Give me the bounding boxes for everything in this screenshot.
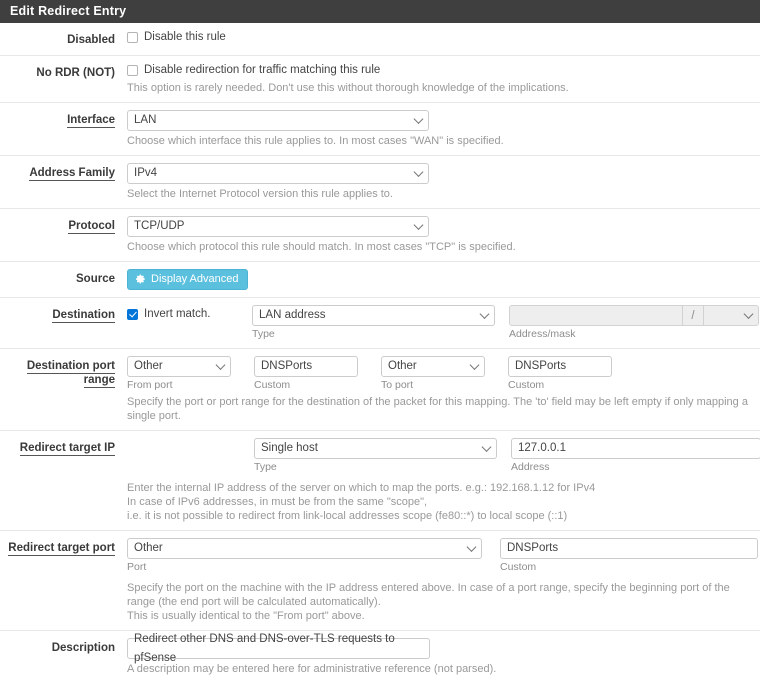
label-protocol: Protocol <box>68 220 115 234</box>
redirect-target-port-select-value: Other <box>134 542 163 554</box>
to-port-select-value: Other <box>388 360 417 372</box>
redirect-target-ip-help-line3: i.e. it is not possible to redirect from… <box>127 510 568 522</box>
label-redirect-target-port: Redirect target port <box>8 542 115 556</box>
label-redirect-target-ip: Redirect target IP <box>19 442 115 456</box>
no-rdr-checkbox-group[interactable]: Disable redirection for traffic matching… <box>127 63 754 78</box>
destination-type-select-value: LAN address <box>259 309 326 321</box>
to-port-custom-value: DNSPorts <box>515 360 567 372</box>
protocol-help-text: Choose which protocol this rule should m… <box>127 241 516 253</box>
form-row-protocol: Protocol TCP/UDP Choose which protocol t… <box>0 209 760 262</box>
form-row-redirect-target-port: Redirect target port Other Port DNSPorts… <box>0 531 760 631</box>
label-destination: Destination <box>52 309 115 323</box>
label-interface: Interface <box>67 114 115 128</box>
chevron-down-icon <box>469 359 480 370</box>
address-family-help-text: Select the Internet Protocol version thi… <box>127 188 393 200</box>
destination-address-input[interactable] <box>509 305 683 326</box>
redirect-target-ip-address-input[interactable]: 127.0.0.1 <box>511 438 760 459</box>
from-port-custom-hint: Custom <box>254 379 291 391</box>
redirect-target-ip-type-select[interactable]: Single host <box>254 438 497 459</box>
chevron-down-icon <box>743 308 754 319</box>
redirect-target-ip-help-line2: In case of IPv6 addresses, in must be fr… <box>127 496 428 508</box>
chevron-down-icon <box>481 441 492 452</box>
redirect-target-ip-address-hint: Address <box>511 461 550 473</box>
redirect-target-ip-help-line1: Enter the internal IP address of the ser… <box>127 482 596 494</box>
destination-mask-select[interactable] <box>703 305 759 326</box>
from-port-hint: From port <box>127 379 173 391</box>
address-family-select-value: IPv4 <box>134 167 158 179</box>
destination-address-hint: Address/mask <box>509 328 576 340</box>
redirect-target-ip-type-value: Single host <box>261 442 318 454</box>
description-help-text: A description may be entered here for ad… <box>127 663 497 675</box>
interface-help-text: Choose which interface this rule applies… <box>127 135 504 147</box>
form-row-disabled: Disabled Disable this rule <box>0 23 760 56</box>
to-port-select[interactable]: Other <box>381 356 485 377</box>
destination-port-range-help-text: Specify the port or port range for the d… <box>127 396 748 422</box>
interface-select-value: LAN <box>134 114 157 126</box>
redirect-target-port-hint: Port <box>127 561 147 573</box>
chevron-down-icon <box>479 308 490 319</box>
edit-redirect-entry-panel: Edit Redirect Entry Disabled Disable thi… <box>0 0 760 683</box>
no-rdr-help-text: This option is rarely needed. Don't use … <box>127 82 569 94</box>
chevron-down-icon <box>413 113 424 124</box>
label-no-rdr: No RDR (NOT) <box>36 67 115 79</box>
panel-title: Edit Redirect Entry <box>0 0 760 23</box>
form-row-source: Source Display Advanced <box>0 262 760 298</box>
no-rdr-checkbox[interactable] <box>127 65 138 76</box>
redirect-target-ip-type-hint: Type <box>254 461 277 473</box>
gear-icon <box>136 274 145 284</box>
invert-match-checkbox-group[interactable]: Invert match. <box>127 305 252 322</box>
form-row-destination: Destination Invert match. LAN address Ty… <box>0 298 760 349</box>
protocol-select[interactable]: TCP/UDP <box>127 216 429 237</box>
disable-rule-checkbox-group[interactable]: Disable this rule <box>127 30 754 45</box>
to-port-hint: To port <box>381 379 414 391</box>
chevron-down-icon <box>215 359 226 370</box>
redirect-target-ip-address-value: 127.0.0.1 <box>518 442 566 454</box>
address-family-select[interactable]: IPv4 <box>127 163 429 184</box>
destination-address-group: / <box>509 305 759 326</box>
form-row-address-family: Address Family IPv4 Select the Internet … <box>0 156 760 209</box>
no-rdr-checkbox-label: Disable redirection for traffic matching… <box>144 64 381 76</box>
chevron-down-icon <box>466 541 477 552</box>
invert-match-checkbox-label: Invert match. <box>144 308 211 320</box>
form-row-interface: Interface LAN Choose which interface thi… <box>0 103 760 156</box>
form-row-no-rdr: No RDR (NOT) Disable redirection for tra… <box>0 56 760 103</box>
from-port-custom-value: DNSPorts <box>261 360 313 372</box>
label-address-family: Address Family <box>29 167 115 181</box>
from-port-select-value: Other <box>134 360 163 372</box>
interface-select[interactable]: LAN <box>127 110 429 131</box>
redirect-target-port-custom-hint: Custom <box>500 561 537 573</box>
display-advanced-button-label: Display Advanced <box>151 273 239 285</box>
redirect-target-port-custom-value: DNSPorts <box>507 542 559 554</box>
to-port-custom-hint: Custom <box>508 379 545 391</box>
label-source: Source <box>76 273 115 285</box>
description-input[interactable]: Redirect other DNS and DNS-over-TLS requ… <box>127 633 430 664</box>
protocol-select-value: TCP/UDP <box>134 220 185 232</box>
form-row-destination-port-range: Destination port range Other From port D… <box>0 349 760 431</box>
address-mask-separator: / <box>683 305 703 326</box>
from-port-custom-input[interactable]: DNSPorts <box>254 356 358 377</box>
invert-match-checkbox[interactable] <box>127 309 138 320</box>
form-row-description: Description Redirect other DNS and DNS-o… <box>0 631 760 683</box>
destination-type-hint: Type <box>252 328 275 340</box>
chevron-down-icon <box>413 219 424 230</box>
destination-type-select[interactable]: LAN address <box>252 305 495 326</box>
label-destination-port-range: Destination port range <box>26 360 115 388</box>
form-row-redirect-target-ip: Redirect target IP Single host Type 127.… <box>0 431 760 531</box>
label-disabled: Disabled <box>67 34 115 46</box>
redirect-target-port-help-line2: This is usually identical to the "From p… <box>127 610 365 622</box>
disable-rule-checkbox-label: Disable this rule <box>144 31 226 43</box>
from-port-select[interactable]: Other <box>127 356 231 377</box>
chevron-down-icon <box>413 166 424 177</box>
label-description: Description <box>51 642 115 654</box>
disable-rule-checkbox[interactable] <box>127 32 138 43</box>
display-advanced-button[interactable]: Display Advanced <box>127 269 249 290</box>
to-port-custom-input[interactable]: DNSPorts <box>508 356 612 377</box>
redirect-target-port-custom-input[interactable]: DNSPorts <box>500 538 758 559</box>
redirect-target-port-select[interactable]: Other <box>127 538 482 559</box>
redirect-target-port-help-line1: Specify the port on the machine with the… <box>127 582 730 608</box>
